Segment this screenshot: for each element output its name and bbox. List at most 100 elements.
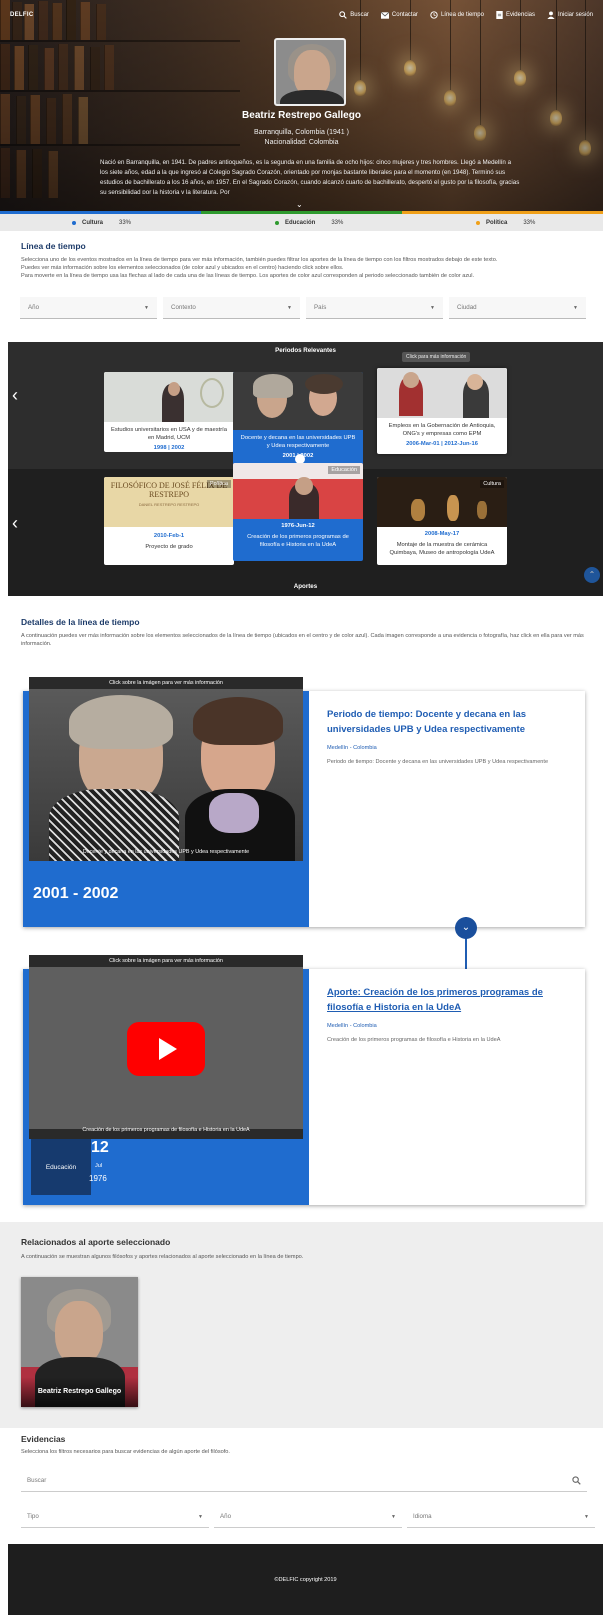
nav-search[interactable]: Buscar xyxy=(339,11,369,19)
period-date: 1998 | 2002 xyxy=(153,445,185,451)
related-title: Relacionados al aporte seleccionado xyxy=(21,1237,171,1247)
category-percent: 33% xyxy=(331,219,344,226)
contribution-year: 1976 xyxy=(89,1174,107,1183)
evidence-language-filter[interactable]: Idioma ▼ xyxy=(407,1506,595,1528)
period-detail-title: Periodo de tiempo: Docente y decana en l… xyxy=(327,709,527,735)
nav-evidence[interactable]: Evidencias xyxy=(496,11,535,19)
contribution-date: 1976-Jun-12 xyxy=(281,523,315,529)
related-text: A continuación se muestran algunos filós… xyxy=(21,1254,304,1260)
site-logo[interactable]: DELFIC xyxy=(10,12,33,18)
youtube-play-icon[interactable] xyxy=(127,1022,205,1076)
timeline-carousel: Periodos Relevantes Aportes ‹ ‹ ⌃ Estudi… xyxy=(8,342,603,596)
history-icon xyxy=(430,11,438,19)
nav-login[interactable]: Iniciar sesión xyxy=(547,11,593,19)
year-filter-label: Año xyxy=(28,304,40,311)
chevron-down-icon[interactable]: ⌄ xyxy=(296,200,303,209)
period-text: Docente y decana en las universidades UP… xyxy=(240,435,356,449)
period-date: 2006-Mar-01 | 2012-Jun-16 xyxy=(406,441,478,447)
contribution-card[interactable]: Cultura 2008-May-17 Montaje de la muestr… xyxy=(377,477,507,565)
video-caption: Creación de los primeros programas de fi… xyxy=(82,1127,250,1133)
contribution-card[interactable]: FILOSÓFICO DE JOSÉ FÉLIX DE RESTREPO DAN… xyxy=(104,477,234,565)
category-percent: 33% xyxy=(119,219,132,226)
caret-down-icon: ▼ xyxy=(430,304,435,311)
caret-down-icon: ▼ xyxy=(144,304,149,311)
user-icon xyxy=(547,11,555,19)
evidence-type-label: Tipo xyxy=(27,1513,39,1520)
expand-chevron-icon[interactable]: ⌄ xyxy=(455,917,477,939)
nav-timeline[interactable]: Línea de tiempo xyxy=(430,11,484,19)
timeline-text-2: Puedes ver más información sobre los ele… xyxy=(21,265,344,271)
period-detail-location: Medellín - Colombia xyxy=(327,745,377,751)
category-cultura: Cultura 33% xyxy=(72,220,131,226)
more-info-tooltip: Click para más información xyxy=(402,352,471,362)
footer: ©DELFIC copyright 2019 xyxy=(8,1544,603,1615)
contributions-prev-arrow-icon[interactable]: ‹ xyxy=(12,514,18,532)
profile-photo xyxy=(274,38,346,106)
philosopher-origin: Barranquilla, Colombia (1941 ) xyxy=(254,129,349,136)
nav-contact[interactable]: Contactar xyxy=(380,11,418,19)
contribution-text: Creación de los primeros programas de fi… xyxy=(247,534,349,548)
video-thumbnail xyxy=(29,967,303,1129)
contribution-date: 2010-Feb-1 xyxy=(153,533,185,539)
scroll-top-button[interactable]: ⌃ xyxy=(584,567,600,583)
contribution-day: 12 xyxy=(91,1139,109,1156)
evidence-year-label: Año xyxy=(220,1513,232,1520)
contribution-detail-card: Click sobre la imágen para ver más infor… xyxy=(23,955,585,1205)
category-politica: Política 33% xyxy=(476,220,535,226)
contribution-date: 2008-May-17 xyxy=(424,531,460,537)
details-text: A continuación puedes ver más informació… xyxy=(21,633,584,647)
related-philosopher-name: Beatriz Restrepo Gallego xyxy=(37,1388,122,1395)
year-filter[interactable]: Año ▼ xyxy=(20,297,157,319)
document-icon xyxy=(496,11,503,19)
contribution-video[interactable]: Click sobre la imágen para ver más infor… xyxy=(29,955,303,1139)
evidence-text: Selecciona los filtros necesarios para b… xyxy=(21,1449,230,1455)
evidence-search-input[interactable]: Buscar xyxy=(21,1470,587,1492)
search-icon[interactable] xyxy=(572,1476,581,1485)
contributions-label: Aportes xyxy=(293,583,318,590)
contribution-month: Jul xyxy=(95,1163,103,1169)
timeline-intro: Línea de tiempo Selecciona uno de los ev… xyxy=(21,241,591,280)
footer-copyright: ©DELFIC copyright 2019 xyxy=(274,1576,337,1583)
nav-timeline-label: Línea de tiempo xyxy=(440,12,484,18)
contribution-detail-description: Creación de los primeros programas de fi… xyxy=(327,1037,501,1043)
periods-prev-arrow-icon[interactable]: ‹ xyxy=(12,386,18,404)
caret-down-icon: ▼ xyxy=(573,304,578,311)
contribution-card-selected[interactable]: Educación 1976-Jun-12 Creación de los pr… xyxy=(233,463,363,561)
contribution-detail-title[interactable]: Aporte: Creación de los primeros program… xyxy=(327,985,573,1015)
related-philosopher-card[interactable]: Beatriz Restrepo Gallego xyxy=(21,1277,138,1407)
book-cover-author: DANIEL RESTREPO RESTREPO xyxy=(138,502,200,507)
period-photo[interactable]: Click sobre la imágen para ver más infor… xyxy=(29,677,303,861)
evidence-title: Evidencias xyxy=(21,1434,66,1444)
details-title: Detalles de la línea de tiempo xyxy=(21,617,140,627)
cultura-dot-icon xyxy=(72,220,76,225)
category-label: Cultura xyxy=(82,219,103,226)
timeline-title: Línea de tiempo xyxy=(21,241,86,251)
timeline-text-3: Para moverte en la línea de tiempo usa l… xyxy=(21,273,475,279)
contribution-text: Montaje de la muestra de cerámica Quimba… xyxy=(389,542,495,556)
category-label: Política xyxy=(486,219,508,226)
timeline-filters: Año ▼ Contexto ▼ País ▼ Ciudad ▼ xyxy=(20,297,586,319)
nav-evidence-label: Evidencias xyxy=(505,12,535,18)
context-filter-label: Contexto xyxy=(171,304,196,311)
caret-down-icon: ▼ xyxy=(584,1513,589,1520)
nav-search-label: Buscar xyxy=(350,12,369,18)
city-filter[interactable]: Ciudad ▼ xyxy=(449,297,586,319)
periods-label: Periodos Relevantes xyxy=(275,347,336,354)
period-image xyxy=(104,372,234,422)
caret-down-icon: ▼ xyxy=(287,304,292,311)
evidence-type-filter[interactable]: Tipo ▼ xyxy=(21,1506,209,1528)
context-filter[interactable]: Contexto ▼ xyxy=(163,297,300,319)
top-nav: DELFIC Buscar Contactar Línea de tiempo … xyxy=(0,0,603,30)
details-intro: Detalles de la línea de tiempo A continu… xyxy=(21,617,591,648)
video-hint: Click sobre la imágen para ver más infor… xyxy=(109,958,223,964)
period-detail-description: Periodo de tiempo: Docente y decana en l… xyxy=(327,759,549,765)
period-card[interactable]: Estudios universitarios en USA y de maes… xyxy=(104,372,234,452)
evidence-year-filter[interactable]: Año ▼ xyxy=(214,1506,402,1528)
city-filter-label: Ciudad xyxy=(457,304,477,311)
period-photo-image xyxy=(29,689,303,861)
country-filter[interactable]: País ▼ xyxy=(306,297,443,319)
contribution-text: Proyecto de grado xyxy=(145,544,193,550)
caret-down-icon: ▼ xyxy=(198,1513,203,1520)
evidence-search-placeholder: Buscar xyxy=(27,1477,47,1484)
period-card[interactable]: Empleos en la Gobernación de Antioquia, … xyxy=(377,368,507,454)
